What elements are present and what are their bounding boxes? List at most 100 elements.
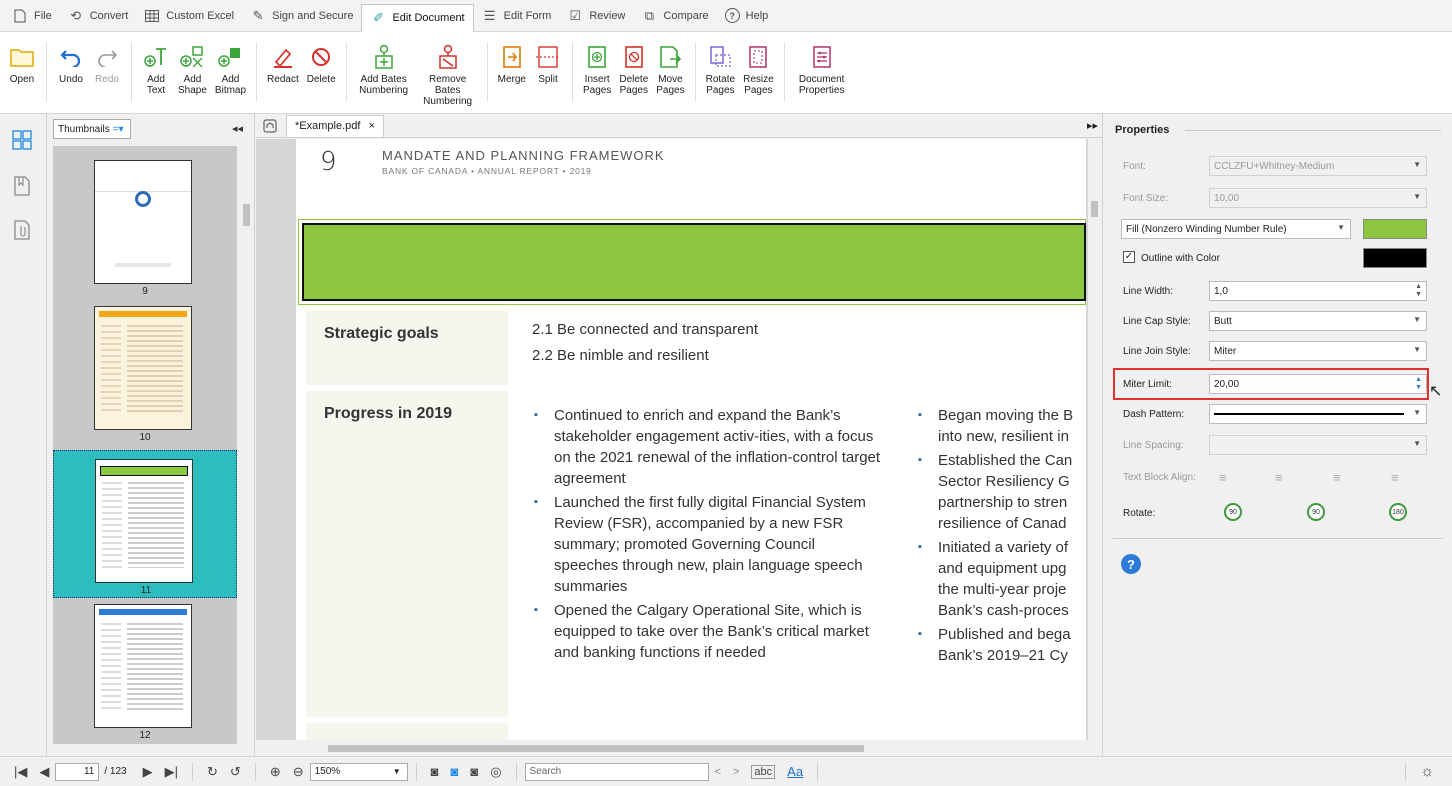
thumbnail-page-9[interactable]: 9: [53, 160, 237, 297]
font-size-select[interactable]: 10,00 ▼: [1209, 188, 1427, 208]
fill-color-swatch[interactable]: [1363, 219, 1427, 239]
resize-pages-button[interactable]: Resize Pages: [739, 42, 778, 112]
rotate-pages-button[interactable]: Rotate Pages: [702, 42, 739, 112]
zoom-in-icon[interactable]: ⊕: [270, 764, 281, 780]
merge-button[interactable]: Merge: [494, 42, 530, 112]
last-page-icon[interactable]: ▶|: [165, 764, 178, 780]
rotate-view-cw-icon[interactable]: ↻: [207, 764, 218, 780]
menu-custom-excel[interactable]: Custom Excel: [136, 3, 242, 29]
scrollbar-thumb[interactable]: [328, 745, 864, 752]
line-width-input[interactable]: 1,0 ▲ ▼: [1209, 281, 1427, 301]
page-number-label: 9: [320, 147, 337, 177]
align-justify-icon[interactable]: ≡: [1391, 470, 1399, 485]
spinner-icon[interactable]: ▲ ▼: [1415, 283, 1422, 299]
menu-edit-form[interactable]: ☰ Edit Form: [474, 3, 560, 29]
line-spacing-row: Line Spacing: ▼: [1103, 432, 1452, 458]
rotate-ccw-90-icon[interactable]: 90: [1224, 503, 1242, 521]
dash-pattern-select[interactable]: ▼: [1209, 404, 1427, 424]
font-select[interactable]: CCLZFU+Whitney-Medium ▼: [1209, 156, 1427, 176]
divider: [1405, 762, 1407, 781]
single-page-view-icon[interactable]: ◙: [431, 764, 439, 779]
add-bates-button[interactable]: Add Bates Numbering: [353, 42, 415, 112]
attachments-panel-icon[interactable]: [10, 218, 34, 242]
zoom-select[interactable]: 150% ▼: [309, 762, 408, 781]
remove-bates-button[interactable]: Remove Bates Numbering: [415, 42, 481, 112]
line-join-select[interactable]: Miter ▼: [1209, 341, 1427, 361]
rotate-view-ccw-icon[interactable]: ↺: [230, 764, 241, 780]
zoom-out-icon[interactable]: ⊖: [293, 764, 304, 780]
add-text-button[interactable]: Add Text: [138, 42, 174, 112]
menu-compare[interactable]: ⧉ Compare: [633, 3, 716, 29]
menu-file[interactable]: File: [4, 3, 60, 29]
selected-green-shape[interactable]: [302, 223, 1086, 301]
text-align-row: Text Block Align: ≡ ≡ ≡ ≡: [1123, 469, 1399, 485]
add-shape-button[interactable]: Add Shape: [174, 42, 211, 112]
miter-limit-input[interactable]: 20,00 ▲ ▼: [1209, 374, 1427, 394]
continuous-view-icon[interactable]: ◙: [450, 764, 458, 779]
thumbnails-panel-icon[interactable]: [10, 128, 34, 152]
close-tab-icon[interactable]: ×: [368, 120, 374, 132]
line-cap-select[interactable]: Butt ▼: [1209, 311, 1427, 331]
scrollbar-thumb[interactable]: [243, 204, 250, 226]
redo-button[interactable]: Redo: [89, 42, 125, 112]
align-right-icon[interactable]: ≡: [1333, 470, 1341, 485]
document-vertical-scrollbar[interactable]: [1088, 139, 1102, 743]
home-tab-icon[interactable]: [260, 116, 280, 136]
outline-color-swatch[interactable]: [1363, 248, 1427, 268]
chevron-down-icon: ▼: [392, 767, 401, 776]
first-page-icon[interactable]: |◀: [14, 764, 27, 780]
open-button[interactable]: Open: [0, 42, 40, 112]
move-pages-button[interactable]: Move Pages: [652, 42, 688, 112]
current-page-input[interactable]: 11: [55, 762, 100, 781]
align-left-icon[interactable]: ≡: [1219, 470, 1227, 485]
previous-page-icon[interactable]: ◀: [39, 764, 49, 780]
expand-panel-icon[interactable]: ▸▸: [1087, 119, 1098, 132]
folder-icon: [8, 42, 36, 72]
menu-review[interactable]: ☑ Review: [559, 3, 633, 29]
insert-pages-button[interactable]: Insert Pages: [579, 42, 615, 112]
whole-word-icon[interactable]: abc: [751, 764, 776, 779]
search-previous-icon[interactable]: <: [715, 766, 721, 778]
continuous-facing-view-icon[interactable]: ◎: [490, 764, 501, 780]
menu-sign-secure[interactable]: ✎ Sign and Secure: [242, 3, 361, 29]
thumbnails-view-select[interactable]: Thumbnails =▾: [53, 119, 131, 139]
menu-convert[interactable]: ⟲ Convert: [60, 3, 137, 29]
bookmarks-panel-icon[interactable]: [10, 174, 34, 198]
delete-pages-icon: [620, 42, 648, 72]
bates-add-icon: [370, 42, 398, 72]
delete-pages-button[interactable]: Delete Pages: [615, 42, 652, 112]
next-page-icon[interactable]: ▶: [143, 764, 153, 780]
delete-button[interactable]: Delete: [303, 42, 340, 112]
document-properties-button[interactable]: Document Properties: [791, 42, 853, 112]
match-case-icon[interactable]: Aa: [787, 764, 803, 779]
thumbnails-scrollbar[interactable]: [240, 146, 254, 744]
rotate-180-icon[interactable]: 180: [1389, 503, 1407, 521]
font-size-row: Font Size: 10,00 ▼: [1103, 185, 1452, 211]
align-center-icon[interactable]: ≡: [1275, 470, 1283, 485]
fill-mode-select[interactable]: Fill (Nonzero Winding Number Rule) ▼: [1121, 219, 1351, 239]
search-next-icon[interactable]: >: [733, 766, 739, 778]
add-bitmap-button[interactable]: Add Bitmap: [211, 42, 250, 112]
outline-checkbox[interactable]: ✓: [1123, 251, 1135, 263]
thumbnail-page-12[interactable]: 12: [53, 604, 237, 741]
line-spacing-select[interactable]: ▼: [1209, 435, 1427, 455]
help-icon[interactable]: ?: [1121, 554, 1141, 574]
fill-row: Fill (Nonzero Winding Number Rule) ▼: [1103, 216, 1452, 242]
menu-edit-document[interactable]: ✐ Edit Document: [361, 3, 474, 32]
menu-help[interactable]: ? Help: [717, 3, 777, 29]
scrollbar-thumb[interactable]: [1091, 201, 1098, 217]
brightness-icon[interactable]: ☼: [1420, 763, 1434, 780]
document-horizontal-scrollbar[interactable]: [256, 740, 1088, 756]
collapse-panel-icon[interactable]: ◂◂: [232, 122, 243, 135]
facing-view-icon[interactable]: ◙: [470, 764, 478, 779]
thumbnail-page-10[interactable]: 10: [53, 306, 237, 443]
chevron-down-icon: ▼: [1413, 315, 1421, 324]
rotate-cw-90-icon[interactable]: 90: [1307, 503, 1325, 521]
spinner-icon[interactable]: ▲ ▼: [1415, 376, 1422, 392]
undo-button[interactable]: Undo: [53, 42, 89, 112]
split-button[interactable]: Split: [530, 42, 566, 112]
redact-button[interactable]: Redact: [263, 42, 303, 112]
tab-example-pdf[interactable]: *Example.pdf ×: [286, 114, 384, 137]
search-input[interactable]: Search: [524, 762, 709, 781]
thumbnail-page-11[interactable]: 11: [53, 450, 237, 598]
